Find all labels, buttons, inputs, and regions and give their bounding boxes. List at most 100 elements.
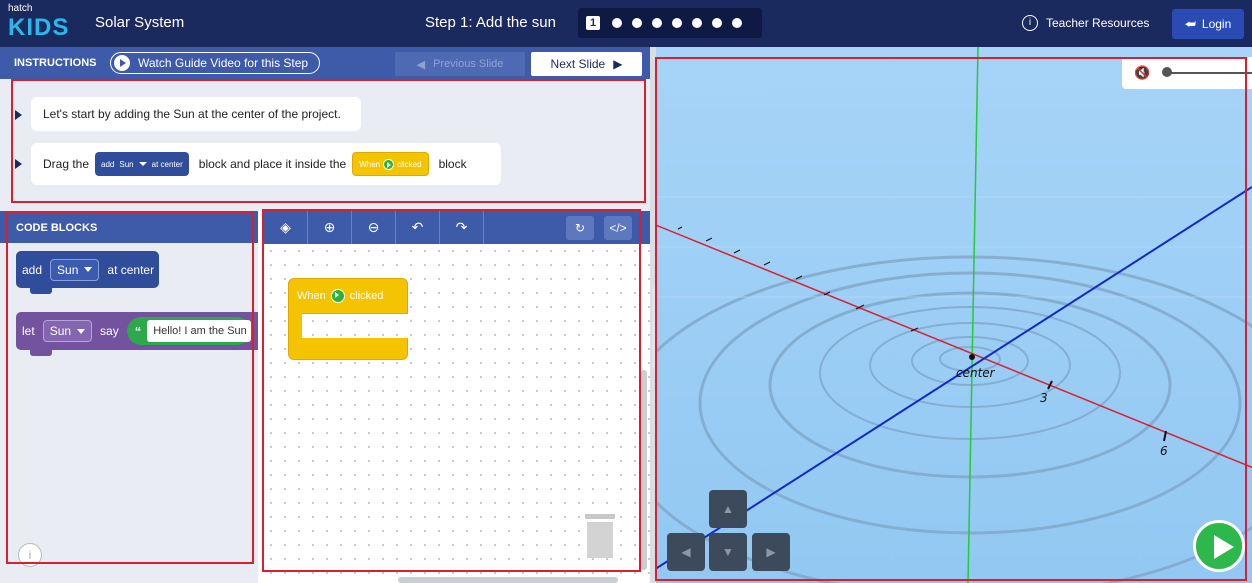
block-keyword: add: [22, 262, 43, 277]
quote-icon: “: [134, 323, 142, 339]
mini-center-kw: at center: [151, 159, 183, 169]
center-label: center: [956, 366, 996, 380]
code-blocks-header: CODE BLOCKS: [0, 211, 258, 243]
when-clicked-header: When clicked: [288, 278, 408, 314]
sun-dropdown[interactable]: Sun: [42, 320, 93, 342]
teacher-resources-link[interactable]: i Teacher Resources: [1022, 15, 1149, 31]
login-icon: ⮨: [1184, 16, 1196, 31]
play-icon: [114, 55, 130, 71]
step-dot[interactable]: [652, 18, 662, 28]
instruction-text: block: [438, 157, 467, 171]
step-progress: 1: [578, 8, 762, 38]
info-icon[interactable]: i: [18, 543, 42, 567]
step-dot[interactable]: [612, 18, 622, 28]
zoom-out-icon[interactable]: ⊖: [352, 211, 396, 244]
step-dot[interactable]: [672, 18, 682, 28]
dropdown-caret-icon: [138, 162, 147, 166]
workspace-vertical-scrollbar[interactable]: [641, 370, 647, 570]
teacher-resources-label: Teacher Resources: [1046, 16, 1150, 30]
volume-slider-track[interactable]: [1166, 72, 1252, 74]
watch-guide-video-button[interactable]: Watch Guide Video for this Step: [110, 52, 320, 74]
instructions-bar: INSTRUCTIONS Watch Guide Video for this …: [0, 47, 650, 79]
center-point: [969, 354, 975, 360]
block-keyword: let: [22, 324, 35, 338]
mini-add-kw: add: [101, 159, 115, 169]
watch-guide-video-label: Watch Guide Video for this Step: [138, 56, 309, 70]
login-button[interactable]: ⮨ Login: [1172, 9, 1244, 39]
next-slide-button[interactable]: Next Slide ▶: [531, 52, 642, 76]
mini-when-kw: When: [359, 159, 381, 169]
green-flag-icon: [383, 158, 395, 170]
hatch-kids-logo[interactable]: hatch KIDS: [8, 3, 70, 43]
redo-icon[interactable]: ↷: [440, 211, 484, 244]
instruction-text: Let's start by adding the Sun at the cen…: [43, 107, 341, 121]
step-dot[interactable]: [632, 18, 642, 28]
bullet-arrow-icon: [15, 110, 22, 120]
instructions-label: INSTRUCTIONS: [14, 57, 97, 69]
code-view-icon[interactable]: </>: [604, 216, 632, 240]
dropdown-caret-icon: [84, 267, 93, 272]
step-dot[interactable]: [712, 18, 722, 28]
arrow-left-button[interactable]: ◀: [667, 533, 705, 571]
trash-icon[interactable]: [585, 514, 615, 558]
next-slide-label: Next Slide: [550, 57, 606, 71]
clicked-label: clicked: [349, 290, 384, 302]
instruction-text: Drag the: [43, 157, 90, 171]
project-title: Solar System: [95, 14, 185, 31]
step-dot[interactable]: [732, 18, 742, 28]
when-clicked-block[interactable]: When clicked: [288, 278, 408, 361]
workspace-toolbar: ◈ ⊕ ⊖ ↶ ↷ ↻ </>: [264, 211, 650, 244]
logo-kids-text: KIDS: [8, 14, 70, 41]
mini-sun-kw: Sun: [119, 159, 134, 169]
mini-when-clicked-block: When clicked: [352, 152, 429, 176]
say-text-input[interactable]: Hello! I am the Sun: [147, 320, 252, 342]
bullet-arrow-icon: [15, 159, 22, 169]
undo-icon[interactable]: ↶: [396, 211, 440, 244]
instructions-panel: Let's start by adding the Sun at the cen…: [0, 79, 650, 211]
logo-hatch-text: hatch: [8, 3, 33, 14]
tick-label-6: 6: [1160, 444, 1168, 458]
block-suffix: at center: [107, 262, 155, 277]
step-title: Step 1: Add the sun: [425, 14, 556, 31]
recenter-icon[interactable]: ◈: [264, 211, 308, 244]
when-label: When: [297, 290, 326, 302]
dropdown-value: Sun: [57, 262, 79, 277]
arrow-up-button[interactable]: ▲: [709, 490, 747, 528]
arrow-right-button[interactable]: ▶: [752, 533, 790, 571]
reset-icon[interactable]: ↻: [566, 216, 594, 240]
trash-lid: [585, 514, 615, 519]
top-bar: hatch KIDS Solar System Step 1: Add the …: [0, 0, 1252, 47]
instruction-step-2: Drag the add Sun at center block and pla…: [31, 143, 501, 185]
mute-icon[interactable]: 🔇: [1134, 65, 1150, 81]
previous-slide-label: Previous Slide: [433, 58, 504, 70]
arrow-left-icon: ◀: [416, 58, 426, 71]
step-1-indicator[interactable]: 1: [586, 16, 600, 30]
dropdown-value: Sun: [49, 324, 72, 338]
mini-clicked-kw: clicked: [397, 159, 422, 169]
volume-slider-handle[interactable]: [1162, 67, 1172, 77]
instruction-text: block and place it inside the: [198, 157, 347, 171]
block-slot-edge: [288, 313, 302, 341]
mini-add-sun-block: add Sun at center: [95, 152, 189, 176]
volume-control: 🔇: [1122, 57, 1252, 89]
string-block[interactable]: “ Hello! I am the Sun: [126, 317, 252, 345]
block-verb: say: [100, 324, 119, 338]
run-button[interactable]: [1193, 520, 1245, 572]
trash-body: [587, 522, 613, 558]
info-icon: i: [1022, 15, 1038, 31]
instruction-step-1: Let's start by adding the Sun at the cen…: [31, 97, 361, 131]
workspace-horizontal-scrollbar[interactable]: [398, 577, 618, 583]
arrow-down-button[interactable]: ▼: [709, 533, 747, 571]
previous-slide-button[interactable]: ◀ Previous Slide: [395, 52, 525, 76]
block-bottom-edge: [288, 338, 408, 360]
sun-dropdown[interactable]: Sun: [50, 258, 100, 281]
green-flag-icon: [330, 289, 345, 303]
let-sun-say-block[interactable]: let Sun say “ Hello! I am the Sun: [16, 312, 258, 356]
login-label: Login: [1201, 17, 1232, 31]
zoom-in-icon[interactable]: ⊕: [308, 211, 352, 244]
arrow-right-icon: ▶: [613, 57, 623, 71]
dropdown-caret-icon: [77, 328, 86, 334]
tick-label-3: 3: [1040, 391, 1048, 405]
step-dot[interactable]: [692, 18, 702, 28]
add-sun-block[interactable]: add Sun at center: [16, 251, 159, 294]
